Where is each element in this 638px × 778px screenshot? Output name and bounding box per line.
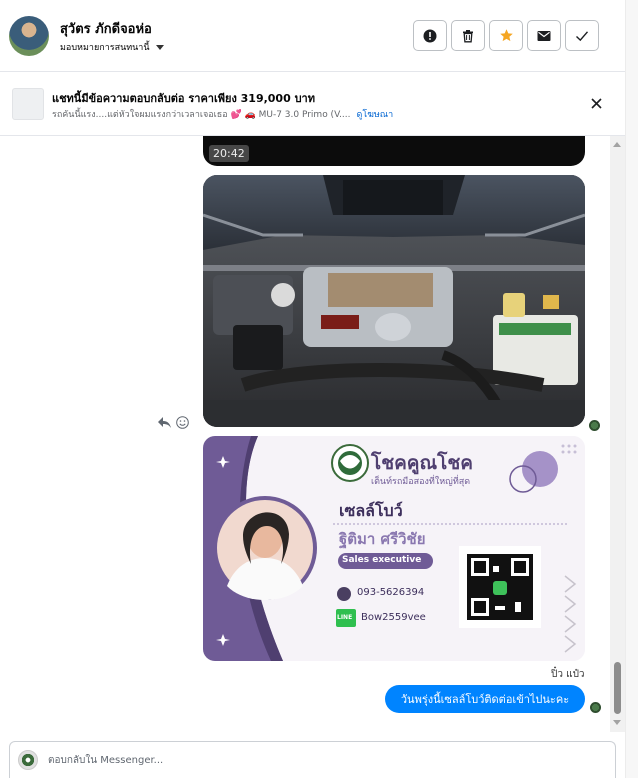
reply-icon[interactable]	[157, 415, 171, 429]
outgoing-message-bubble[interactable]: วันพรุ่งนี้เซลล์โบว์ติดต่อเข้าไปนะคะ	[385, 685, 585, 713]
video-timestamp: 20:42	[209, 145, 249, 162]
chevron-down-icon	[155, 44, 164, 50]
reply-input[interactable]	[48, 748, 608, 772]
trash-icon	[463, 29, 473, 42]
card-line-id: Bow2559vee	[361, 612, 426, 623]
contact-avatar[interactable]	[9, 16, 49, 56]
banner-title: แชทนี้มีข้อความตอบกลับต่อ ราคาเพียง 319,…	[52, 92, 315, 105]
check-icon	[576, 30, 589, 41]
star-icon	[499, 29, 513, 42]
mark-unread-button[interactable]	[527, 20, 561, 51]
scroll-down-icon[interactable]	[613, 720, 621, 725]
message-thread: 20:42 โชคคูณโชค เต็นท์รถมือสองที่ใหญ่ที่…	[0, 136, 610, 736]
engine-bay-image	[203, 175, 585, 427]
card-phone: 093-5626394	[357, 587, 425, 598]
assign-conversation-dropdown[interactable]: มอบหมายการสนทนานี้	[60, 40, 164, 54]
delete-button[interactable]	[451, 20, 485, 51]
close-banner-button[interactable]	[585, 92, 607, 114]
banner-subtitle: รถคันนี้แรง....แต่หัวใจผมแรงกว่าเวลาเจอเ…	[52, 107, 393, 121]
scroll-thumb[interactable]	[614, 662, 621, 714]
star-button[interactable]	[489, 20, 523, 51]
video-message[interactable]: 20:42	[203, 136, 585, 166]
engine-photo[interactable]	[203, 175, 585, 427]
close-icon	[590, 97, 602, 109]
ad-reply-banner: แชทนี้มีข้อความตอบกลับต่อ ราคาเพียง 319,…	[0, 72, 625, 136]
view-ad-link[interactable]: ดูโฆษณา	[357, 107, 394, 121]
card-tagline: เต็นท์รถมือสองที่ใหญ่ที่สุด	[371, 477, 471, 487]
scroll-up-icon[interactable]	[613, 142, 621, 147]
message-tools	[157, 415, 189, 429]
mark-done-button[interactable]	[565, 20, 599, 51]
reply-composer	[9, 741, 616, 778]
card-person-name: ฐิติมา ศรีวิชัย	[339, 530, 426, 548]
assign-label: มอบหมายการสนทนานี้	[60, 43, 150, 53]
mail-icon	[537, 30, 551, 41]
card-line-badge: LINE	[337, 614, 353, 621]
ad-thumbnail	[12, 88, 44, 120]
react-icon[interactable]	[175, 415, 189, 429]
mark-spam-button[interactable]	[413, 20, 447, 51]
read-receipt-avatar	[589, 420, 600, 431]
contact-name[interactable]: สุวัตร ภักดีจอห่อ	[60, 18, 152, 39]
sender-name: ปิ๋ว แป๋ว	[551, 669, 585, 680]
card-position: Sales executive	[342, 555, 422, 565]
conversation-header: สุวัตร ภักดีจอห่อ มอบหมายการสนทนานี้	[0, 0, 638, 72]
conversation-actions	[413, 20, 599, 51]
page-scrollbar[interactable]	[625, 0, 638, 778]
card-role-line: เซลล์โบว์	[339, 501, 403, 520]
alert-icon	[423, 29, 437, 42]
read-receipt-avatar	[590, 702, 601, 713]
page-avatar	[18, 750, 38, 770]
banner-ad-text: รถคันนี้แรง....แต่หัวใจผมแรงกว่าเวลาเจอเ…	[52, 110, 351, 120]
business-card-image[interactable]: โชคคูณโชค เต็นท์รถมือสองที่ใหญ่ที่สุด เซ…	[203, 436, 585, 661]
thread-scrollbar[interactable]	[610, 136, 625, 732]
